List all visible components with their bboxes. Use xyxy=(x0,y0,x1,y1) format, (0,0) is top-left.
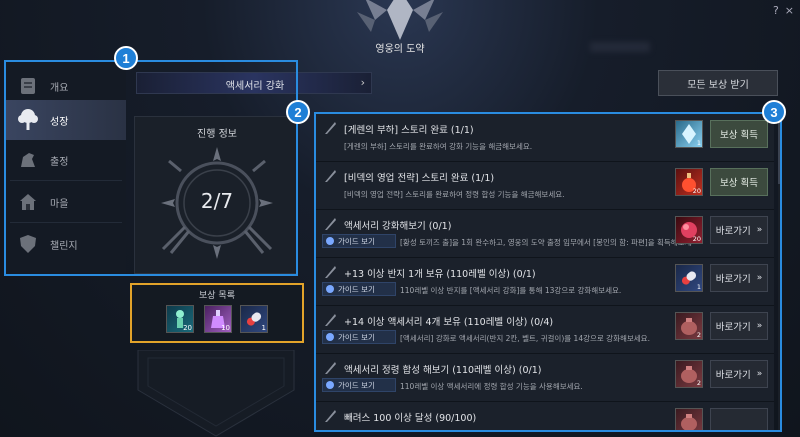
annotation-box-1 xyxy=(4,60,298,276)
window-controls: ? × xyxy=(773,4,794,17)
ornament-decoration xyxy=(137,350,295,437)
claim-all-rewards-button[interactable]: 모든 보상 받기 xyxy=(658,70,778,96)
crest-emblem-icon xyxy=(357,0,443,40)
buff-icon[interactable]: 20 xyxy=(166,305,194,333)
item-count: 1 xyxy=(261,324,266,332)
annotation-badge-1: 1 xyxy=(114,46,138,70)
chevron-right-icon: › xyxy=(360,76,365,89)
annotation-box-3 xyxy=(314,112,782,432)
potion-icon[interactable]: 10 xyxy=(204,305,232,333)
reward-list-title: 보상 목록 xyxy=(199,291,235,301)
close-icon[interactable]: × xyxy=(785,4,794,17)
item-count: 20 xyxy=(183,324,192,332)
help-icon[interactable]: ? xyxy=(773,4,779,17)
capsule-icon[interactable]: 1 xyxy=(240,305,268,333)
annotation-badge-3: 3 xyxy=(762,100,786,124)
item-count: 10 xyxy=(221,324,230,332)
reward-list-panel: 보상 목록 20 10 1 xyxy=(130,283,304,343)
hero-leap-window: 영웅의 도약 ? × 개요 성장 출정 마을 챌린지 액세서리 강화 › 모든 … xyxy=(0,0,800,437)
blurred-tag xyxy=(590,42,650,52)
annotation-badge-2: 2 xyxy=(286,100,310,124)
